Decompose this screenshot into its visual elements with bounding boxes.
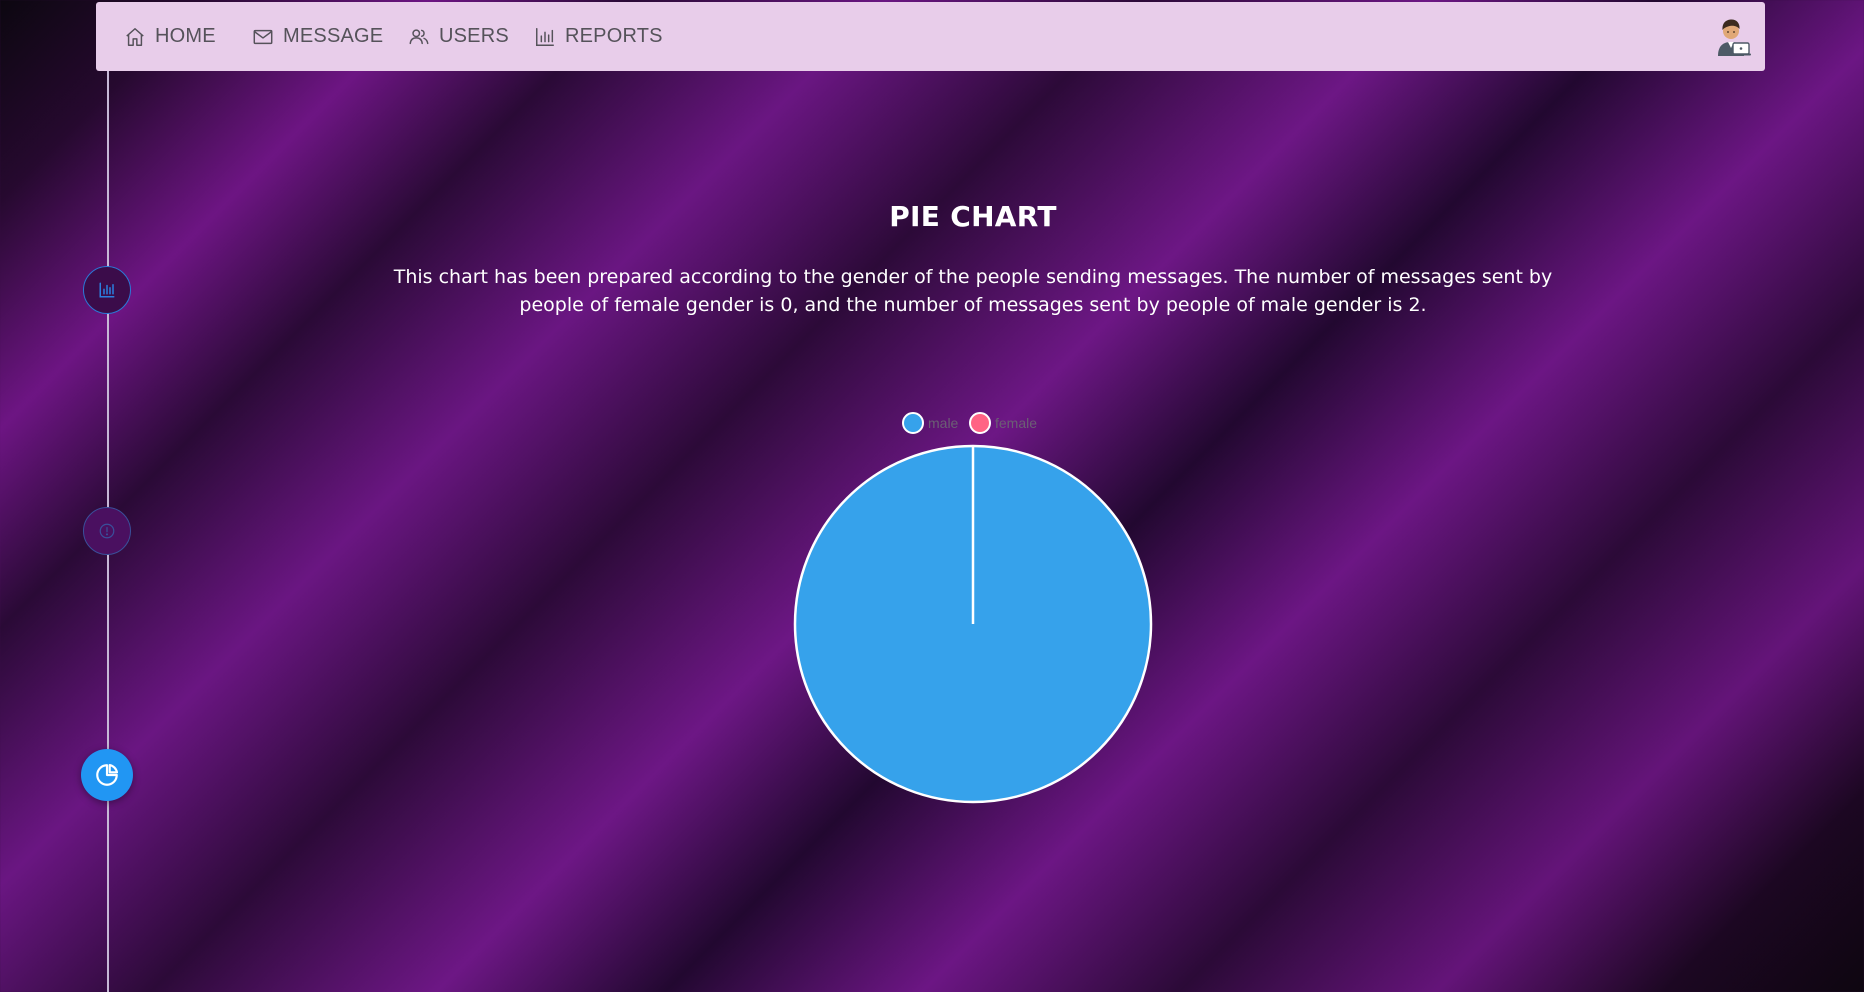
timeline-step-bar-chart[interactable] [83,266,131,314]
user-avatar-icon[interactable] [1711,15,1753,57]
timeline-step-pie-chart[interactable] [81,749,133,801]
users-icon [409,28,429,44]
chart-legend: male female [902,412,1037,434]
nav-reports[interactable]: REPORTS [534,2,663,71]
bar-chart-icon [536,27,554,46]
nav-reports-label: REPORTS [565,25,663,47]
mail-icon [253,29,273,44]
nav-users[interactable]: USERS [408,2,509,71]
info-icon [99,523,115,539]
legend-label-male[interactable]: male [928,415,959,431]
pie-chart: male female [793,412,1153,804]
legend-swatch-male[interactable] [902,412,924,434]
nav-message-label: MESSAGE [283,25,384,47]
legend-label-female[interactable]: female [995,415,1037,431]
nav-home-label: HOME [155,25,216,47]
page-title: PIE CHART [889,200,1057,233]
pie-slices [793,444,1153,804]
bar-chart-icon [99,282,115,298]
nav-users-label: USERS [439,25,509,47]
timeline-step-info[interactable] [83,507,131,555]
chart-description: This chart has been prepared according t… [393,266,1553,316]
nav-home[interactable]: HOME [124,2,216,71]
home-icon [126,27,144,46]
legend-swatch-female[interactable] [969,412,991,434]
nav-message[interactable]: MESSAGE [252,2,383,71]
top-navbar: HOME MESSAGE USERS REPORTS [96,2,1765,71]
pie-chart-icon [96,763,119,786]
